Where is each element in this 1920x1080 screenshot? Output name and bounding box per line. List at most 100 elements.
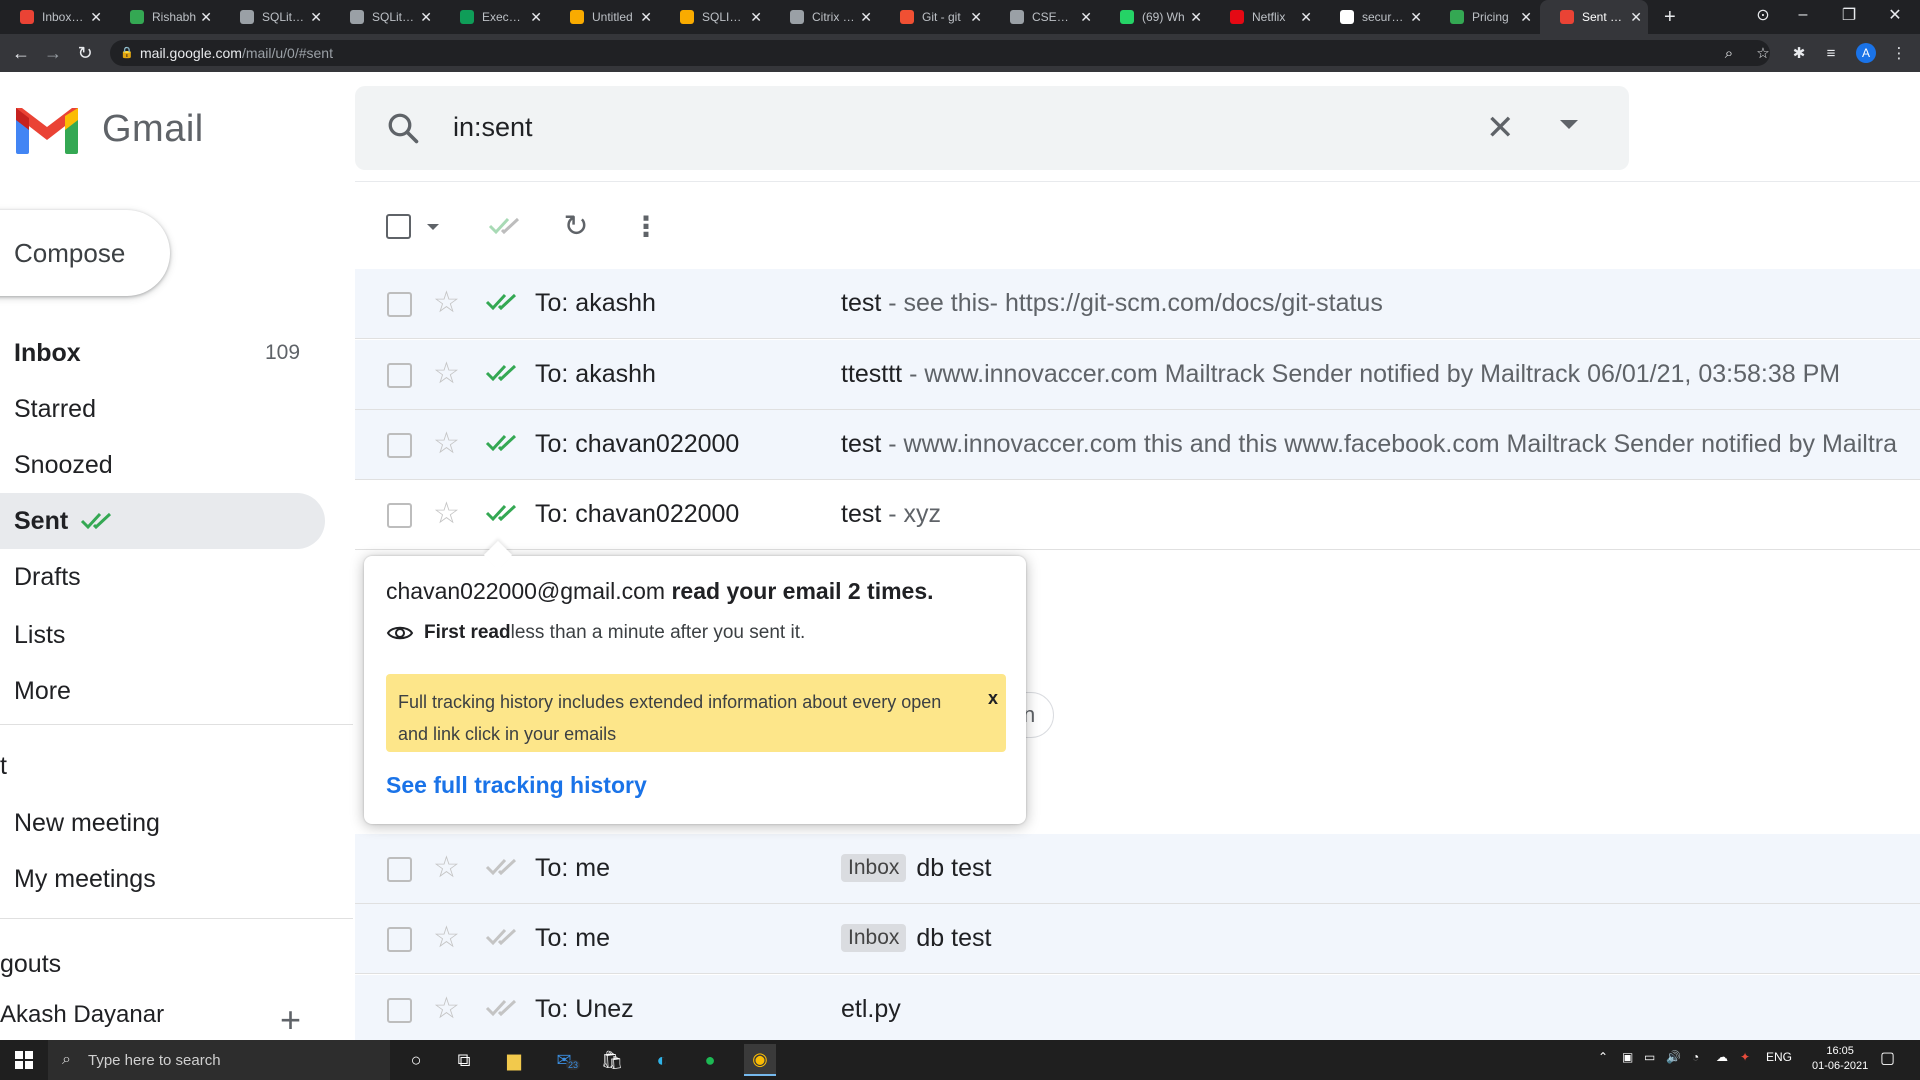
spotify-icon[interactable]: ● [694,1044,726,1076]
mailtrack-status-icon[interactable] [485,432,521,454]
row-checkbox[interactable] [387,363,412,388]
tab-close-icon[interactable]: ✕ [970,9,982,26]
email-row[interactable]: ☆ To: akashh test - see this- https://git-… [355,269,1920,339]
browser-tab[interactable]: Inbox (1… ✕ [0,0,108,34]
tab-close-icon[interactable]: ✕ [90,9,102,26]
tab-close-icon[interactable]: ✕ [1520,9,1532,26]
browser-tab[interactable]: Citrix Re ✕ [770,0,878,34]
mailtrack-status-icon[interactable] [485,362,521,384]
chrome-icon[interactable]: ◉ [744,1044,776,1076]
mailtrack-status-icon[interactable] [485,926,521,948]
refresh-icon[interactable]: ↻ [558,208,594,244]
row-checkbox[interactable] [387,927,412,952]
select-all-checkbox[interactable] [386,214,411,239]
sidebar-item-inbox[interactable]: Inbox 109 [0,325,325,381]
tab-close-icon[interactable]: ✕ [530,9,542,26]
full-tracking-history-link[interactable]: See full tracking history [386,772,647,799]
add-hangout-icon[interactable]: + [280,1002,301,1038]
tab-close-icon[interactable]: ✕ [1300,9,1312,26]
onedrive-icon[interactable]: ☁ [1716,1050,1728,1064]
label-badge[interactable]: Inbox [841,854,907,882]
edge-icon[interactable]: ◐ [646,1044,678,1076]
browser-tab[interactable]: Pricing ✕ [1430,0,1538,34]
tray-device-icon[interactable]: ▣ [1622,1050,1633,1064]
mail-app-icon[interactable]: ✉ 23 [548,1044,581,1076]
sidebar-item-drafts[interactable]: Drafts [0,549,325,605]
star-icon[interactable]: ☆ [433,497,460,531]
cortana-icon[interactable]: ○ [400,1044,432,1076]
tab-close-icon[interactable]: ✕ [200,9,212,26]
gmail-logo[interactable]: Gmail [14,104,204,154]
star-icon[interactable]: ☆ [433,286,460,320]
store-icon[interactable]: 🛍 [596,1044,628,1076]
browser-menu-icon[interactable]: ⋮ [1888,42,1910,64]
browser-tab[interactable]: Untitled ✕ [550,0,658,34]
star-icon[interactable]: ☆ [433,992,460,1026]
star-icon[interactable]: ☆ [433,357,460,391]
taskbar-search-box[interactable]: ⌕ Type here to search [48,1040,390,1080]
sidebar-item-starred[interactable]: Starred [0,381,325,437]
search-input[interactable]: in:sent [453,112,533,143]
new-meeting-link[interactable]: New meeting [0,795,325,851]
star-icon[interactable]: ☆ [433,851,460,885]
battery-icon[interactable]: ▭ [1644,1050,1655,1064]
mailtrack-toolbar-icon[interactable] [488,208,524,244]
email-row[interactable]: ☆ To: me Inbox db test [355,834,1920,904]
browser-tab[interactable]: secure e ✕ [1320,0,1428,34]
sidebar-item-snoozed[interactable]: Snoozed [0,437,325,493]
hangouts-user[interactable]: Akash Dayanar [0,1001,164,1029]
profile-avatar[interactable]: A [1856,43,1876,63]
row-checkbox[interactable] [387,292,412,317]
mailtrack-status-icon[interactable] [485,291,521,313]
row-checkbox[interactable] [387,857,412,882]
sidebar-item-more[interactable]: More [0,663,325,719]
task-view-icon[interactable]: ⧉ [448,1044,480,1076]
browser-tab[interactable]: Sent Ma ✕ [1540,0,1648,34]
new-tab-button[interactable]: + [1654,0,1688,34]
browser-tab[interactable]: CSES - C ✕ [990,0,1098,34]
tab-close-icon[interactable]: ✕ [750,9,762,26]
minimize-button[interactable]: – [1780,0,1826,30]
browser-tab[interactable]: (69) Wh ✕ [1100,0,1208,34]
email-row[interactable]: ☆ To: chavan022000 test - xyz [355,480,1920,550]
extensions-icon[interactable]: ✱ [1788,42,1810,64]
row-checkbox[interactable] [387,998,412,1023]
tab-close-icon[interactable]: ✕ [640,9,652,26]
notifications-icon[interactable]: ▢ [1880,1048,1895,1068]
browser-tab[interactable]: SQLite V ✕ [220,0,328,34]
file-explorer-icon[interactable]: ▆ [498,1044,530,1076]
browser-tab[interactable]: SQLITE3 ✕ [660,0,768,34]
tab-close-icon[interactable]: ✕ [1630,9,1642,26]
more-options-icon[interactable]: ⋮ [628,208,664,244]
row-checkbox[interactable] [387,433,412,458]
browser-tab[interactable]: Rishabh ✕ [110,0,218,34]
tab-close-icon[interactable]: ✕ [1080,9,1092,26]
search-bar[interactable]: in:sent ✕ [355,86,1629,170]
browser-tab[interactable]: SQLite V ✕ [330,0,438,34]
windows-start-icon[interactable] [8,1044,40,1076]
search-icon[interactable] [385,110,421,146]
sidebar-item-lists[interactable]: Lists [0,607,325,663]
taskbar-clock[interactable]: 16:05 01-06-2021 [1812,1044,1868,1074]
reload-icon[interactable]: ↻ [74,42,96,64]
email-row[interactable]: ☆ To: chavan022000 test - www.innovaccer.c… [355,410,1920,480]
mailtrack-status-icon[interactable] [485,997,521,1019]
sidebar-item-sent[interactable]: Sent [0,493,325,549]
restore-button[interactable]: ❐ [1826,0,1872,30]
browser-tab[interactable]: Git - git ✕ [880,0,988,34]
select-dropdown-icon[interactable] [427,224,439,230]
bookmark-star-icon[interactable]: ☆ [1752,42,1774,64]
email-row[interactable]: ☆ To: me Inbox db test [355,904,1920,974]
row-checkbox[interactable] [387,503,412,528]
volume-icon[interactable]: 🔊 [1666,1050,1681,1064]
close-window-button[interactable]: ✕ [1872,0,1918,30]
zoom-icon[interactable]: ⌕ [1718,42,1740,64]
clear-search-icon[interactable]: ✕ [1486,111,1515,145]
address-bar[interactable]: 🔒 mail.google.com/mail/u/0/#sent [110,40,1770,66]
email-row[interactable]: ☆ To: Unez etl.py [355,975,1920,1045]
wifi-icon[interactable]: ◔ [1692,1050,1699,1064]
email-row[interactable]: ☆ To: akashh ttesttt - www.innovaccer.com … [355,340,1920,410]
close-note-button[interactable]: x [988,682,998,714]
browser-tab[interactable]: Netflix ✕ [1210,0,1318,34]
tray-app-icon[interactable]: ✦ [1740,1050,1750,1064]
